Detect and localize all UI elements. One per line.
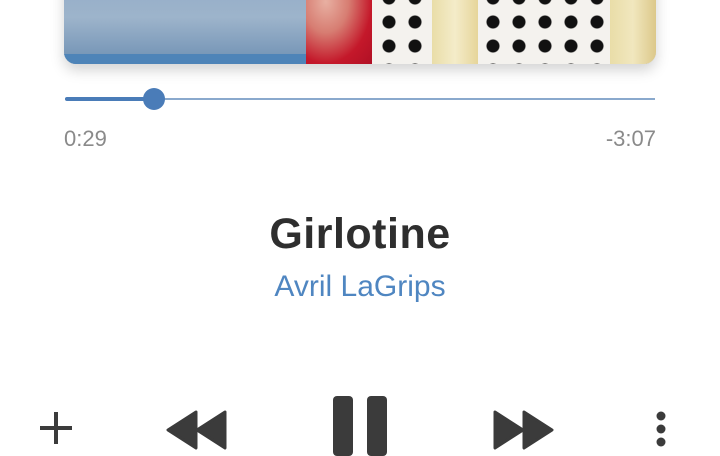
fast-forward-icon [493, 410, 554, 450]
previous-button[interactable] [166, 410, 228, 450]
next-button[interactable] [492, 410, 554, 450]
album-artwork [64, 0, 656, 64]
elapsed-time: 0:29 [64, 126, 107, 151]
pause-button[interactable] [332, 396, 388, 456]
track-title: Girlotine [269, 210, 451, 258]
rewind-icon [166, 410, 227, 450]
artwork-blonde-hair-right [610, 0, 656, 64]
artwork-red-hair [306, 0, 372, 64]
remaining-time: -3:07 [605, 126, 656, 151]
artist-name[interactable]: Avril LaGrips [0, 270, 720, 304]
more-options-button[interactable] [654, 410, 668, 450]
add-button[interactable] [38, 410, 74, 446]
artwork-blonde-hair [432, 0, 478, 64]
plus-icon [40, 412, 72, 444]
more-vertical-icon [656, 411, 666, 447]
seek-bar[interactable] [65, 88, 655, 110]
seek-bar-thumb[interactable] [142, 88, 165, 110]
seek-bar-progress [65, 97, 154, 101]
pause-icon [333, 396, 387, 456]
